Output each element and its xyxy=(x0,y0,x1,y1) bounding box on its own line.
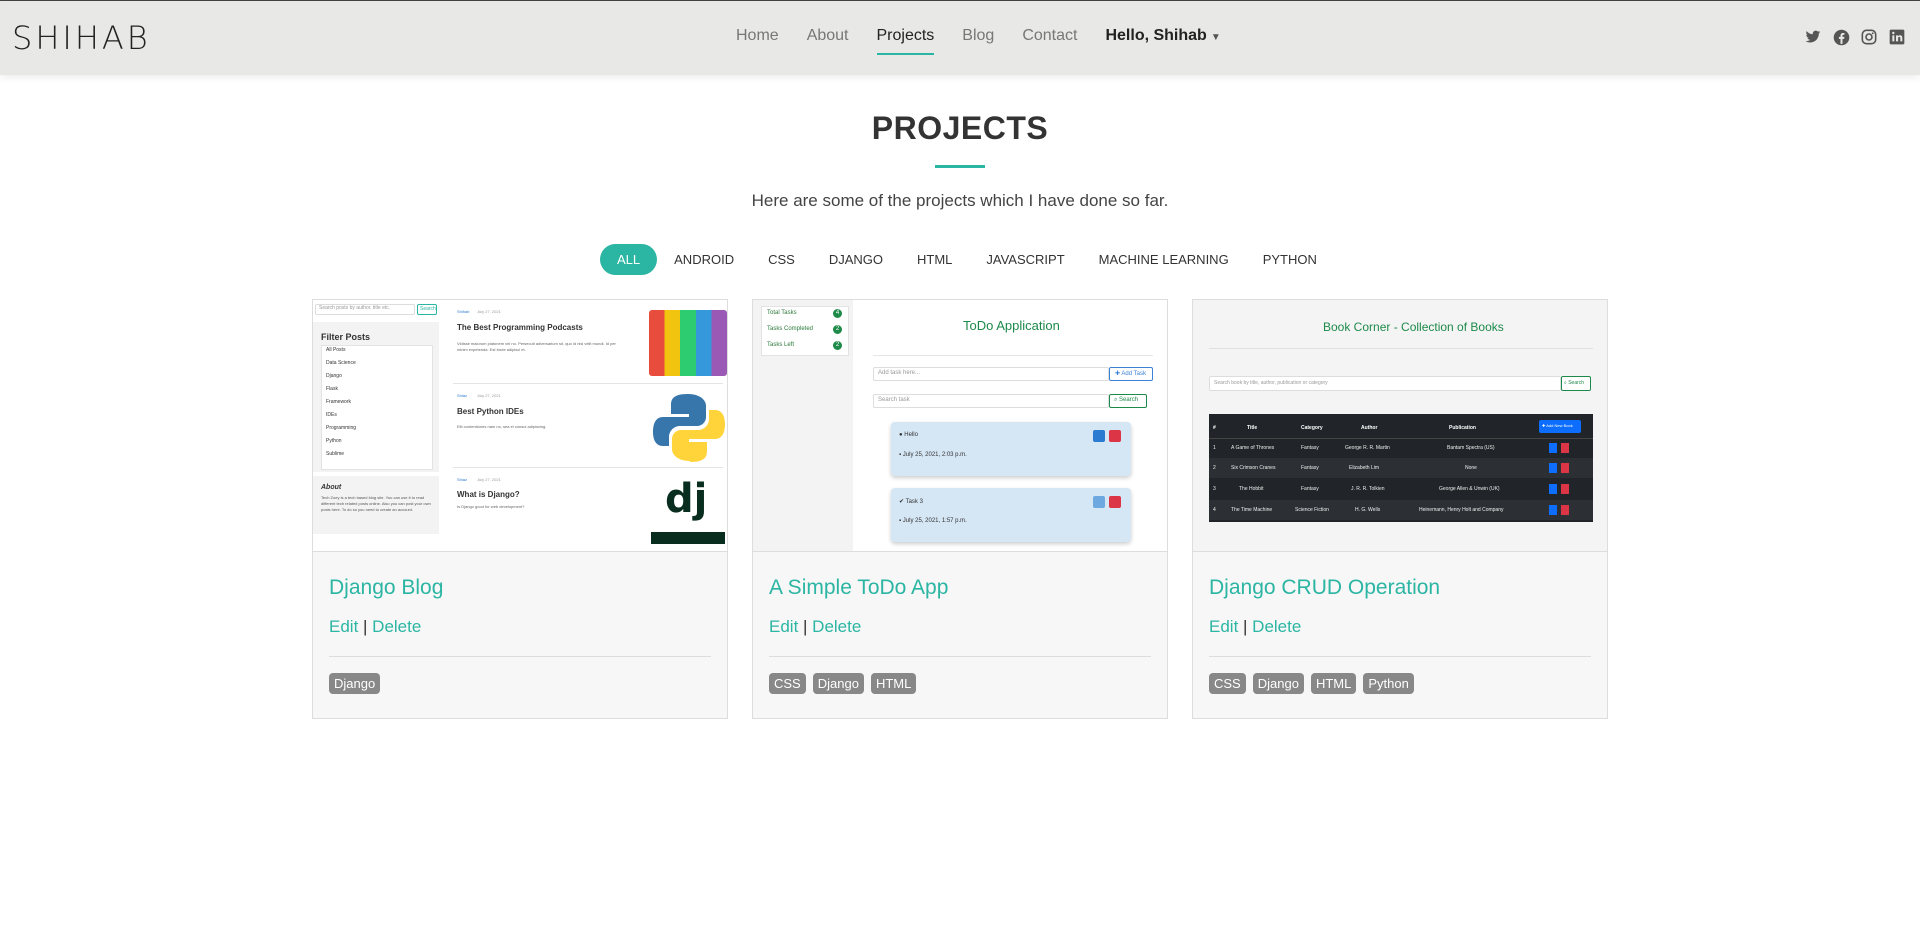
keyboard-image xyxy=(649,310,727,376)
project-card-todo-app: Total Tasks 4 Tasks Completed 2 Tasks Le… xyxy=(752,299,1168,719)
tag-badge: Python xyxy=(1363,673,1414,694)
tag-list: CSS Django HTML xyxy=(769,673,917,694)
search-button: Search xyxy=(417,304,437,315)
python-logo xyxy=(653,394,725,462)
project-card-django-blog: Search posts by author, title etc. Searc… xyxy=(312,299,728,719)
nav-contact[interactable]: Contact xyxy=(1022,27,1077,45)
main-nav: Home About Projects Blog Contact Hello, … xyxy=(736,27,1221,55)
instagram-icon[interactable] xyxy=(1860,28,1878,46)
page-title: PROJECTS xyxy=(871,110,1049,146)
filter-python[interactable]: PYTHON xyxy=(1246,244,1334,275)
tag-badge: Django xyxy=(812,673,864,694)
project-filters: ALL ANDROID CSS DJANGO HTML JAVASCRIPT M… xyxy=(600,244,1334,275)
divider xyxy=(329,656,711,657)
facebook-icon[interactable] xyxy=(1832,28,1850,46)
filter-javascript[interactable]: JAVASCRIPT xyxy=(969,244,1081,275)
tag-badge: HTML xyxy=(870,673,917,694)
tag-badge: Django xyxy=(329,673,381,694)
filter-css[interactable]: CSS xyxy=(751,244,812,275)
project-title[interactable]: Django CRUD Operation xyxy=(1209,576,1440,600)
site-header: SHIHAB Home About Projects Blog Contact … xyxy=(0,1,1920,75)
delete-link[interactable]: Delete xyxy=(372,617,421,636)
project-actions: Edit | Delete xyxy=(329,617,421,637)
post-preview: Shiaz July 27, 2021 Best Python IDEs Eli… xyxy=(453,390,725,468)
chevron-down-icon: ▼ xyxy=(1210,32,1221,43)
post-preview: Shiaz July 27, 2021 What is Django? Is D… xyxy=(453,474,725,551)
social-links xyxy=(1804,28,1906,46)
books-table: # Title Category Author Publication ✚ Ad… xyxy=(1209,414,1593,522)
action-separator: | xyxy=(363,617,373,636)
user-greeting: Hello, Shihab xyxy=(1105,27,1207,44)
action-separator: | xyxy=(803,617,813,636)
crud-heading: Book Corner - Collection of Books xyxy=(1323,320,1504,334)
task-card: ✔ Task 3 ▪ July 25, 2021, 1:57 p.m. xyxy=(891,488,1131,542)
search-input: Search posts by author, title etc. xyxy=(315,304,415,315)
tag-badge: HTML xyxy=(1310,673,1357,694)
title-underline xyxy=(935,165,985,168)
tag-badge: Django xyxy=(1252,673,1304,694)
nav-about[interactable]: About xyxy=(807,27,849,45)
action-separator: | xyxy=(1243,617,1253,636)
filter-android[interactable]: ANDROID xyxy=(657,244,751,275)
project-title[interactable]: Django Blog xyxy=(329,576,443,600)
filter-html[interactable]: HTML xyxy=(900,244,969,275)
tag-list: Django xyxy=(329,673,381,694)
user-menu-toggle[interactable]: Hello, Shihab ▼ xyxy=(1105,27,1220,45)
filter-django[interactable]: DJANGO xyxy=(812,244,900,275)
edit-link[interactable]: Edit xyxy=(329,617,358,636)
project-screenshot[interactable]: Total Tasks 4 Tasks Completed 2 Tasks Le… xyxy=(753,300,1167,552)
edit-link[interactable]: Edit xyxy=(769,617,798,636)
filter-machine-learning[interactable]: MACHINE LEARNING xyxy=(1082,244,1246,275)
nav-blog[interactable]: Blog xyxy=(962,27,994,45)
filter-all[interactable]: ALL xyxy=(600,244,658,275)
page-subtitle: Here are some of the projects which I ha… xyxy=(751,191,1169,210)
tag-badge: CSS xyxy=(1209,673,1246,694)
todo-heading: ToDo Application xyxy=(963,318,1060,333)
tag-list: CSS Django HTML Python xyxy=(1209,673,1414,694)
linkedin-icon[interactable] xyxy=(1888,28,1906,46)
edit-link[interactable]: Edit xyxy=(1209,617,1238,636)
project-card-django-crud: Book Corner - Collection of Books Search… xyxy=(1192,299,1608,719)
project-title[interactable]: A Simple ToDo App xyxy=(769,576,948,600)
nav-projects[interactable]: Projects xyxy=(876,27,934,55)
filter-heading: Filter Posts xyxy=(321,332,371,342)
site-logo[interactable]: SHIHAB xyxy=(12,19,151,57)
twitter-icon[interactable] xyxy=(1804,28,1822,46)
project-actions: Edit | Delete xyxy=(1209,617,1301,637)
django-logo: dj xyxy=(651,476,725,544)
task-card: ● Hello ▪ July 25, 2021, 2:03 p.m. xyxy=(891,422,1131,476)
post-preview: Shihab July 27, 2021 The Best Programmin… xyxy=(453,306,727,384)
delete-link[interactable]: Delete xyxy=(1252,617,1301,636)
project-actions: Edit | Delete xyxy=(769,617,861,637)
nav-home[interactable]: Home xyxy=(736,27,779,45)
delete-link[interactable]: Delete xyxy=(812,617,861,636)
tag-badge: CSS xyxy=(769,673,806,694)
divider xyxy=(769,656,1151,657)
divider xyxy=(1209,656,1591,657)
project-screenshot[interactable]: Search posts by author, title etc. Searc… xyxy=(313,300,727,552)
project-screenshot[interactable]: Book Corner - Collection of Books Search… xyxy=(1193,300,1607,552)
